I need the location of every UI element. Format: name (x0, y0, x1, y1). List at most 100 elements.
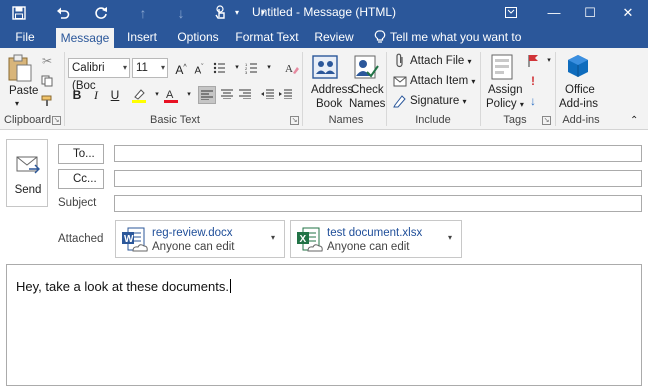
address-book-icon[interactable] (310, 54, 340, 82)
svg-text:X: X (300, 234, 307, 245)
basic-text-launcher-icon[interactable]: ↘ (290, 116, 299, 125)
svg-text:A: A (166, 89, 174, 101)
send-label: Send (14, 184, 42, 196)
group-divider (386, 52, 387, 126)
signature-button[interactable]: Signature ▾ (410, 95, 466, 107)
assign-policy-icon[interactable] (488, 53, 516, 83)
decrease-indent-icon[interactable] (258, 86, 276, 104)
svg-text:A: A (285, 63, 293, 75)
chevron-down-icon[interactable]: ▾ (448, 233, 452, 242)
signature-icon (391, 92, 409, 110)
paste-dropdown-icon[interactable]: ▾ (15, 99, 19, 108)
highlight-color-icon[interactable] (130, 86, 148, 104)
chevron-down-icon[interactable]: ▾ (271, 233, 275, 242)
maximize-button[interactable]: ☐ (576, 2, 604, 24)
font-color-icon[interactable]: A (162, 86, 180, 104)
cc-field[interactable] (114, 170, 642, 187)
subject-field[interactable] (114, 195, 642, 212)
numbering-dropdown-icon[interactable]: ▾ (260, 59, 278, 77)
signature-label: Signature (410, 95, 460, 107)
title-bar: ↑ ↓ ▾ ▾ Untitled - Message (HTML) — ☐ ✕ (0, 0, 648, 26)
office-addins-label-line2[interactable]: Add-ins (559, 98, 598, 110)
attachment-chip[interactable]: W reg-review.docx Anyone can edit ▾ (115, 220, 285, 258)
names-group-label: Names (328, 114, 364, 126)
check-names-label-line2[interactable]: Names (349, 98, 385, 110)
excel-document-icon: X (297, 227, 323, 252)
underline-button[interactable]: U (106, 86, 124, 104)
office-addins-icon[interactable] (564, 53, 592, 81)
ribbon-display-options-button[interactable] (497, 2, 525, 24)
tab-format-text[interactable]: Format Text (234, 26, 300, 48)
assign-policy-label-line1[interactable]: Assign (488, 84, 523, 96)
to-field[interactable] (114, 145, 642, 162)
copy-icon[interactable] (38, 72, 56, 90)
group-divider (64, 52, 65, 126)
group-divider (555, 52, 556, 126)
chevron-down-icon: ▾ (160, 63, 165, 72)
bold-button[interactable]: B (68, 86, 86, 104)
attach-item-button[interactable]: Attach Item ▾ (410, 75, 475, 87)
paste-icon[interactable] (6, 54, 34, 84)
assign-policy-label-line2[interactable]: Policy ▾ (486, 98, 524, 110)
low-importance-icon[interactable]: ↓ (524, 92, 542, 110)
numbering-icon[interactable]: 123 (242, 59, 260, 77)
tags-launcher-icon[interactable]: ↘ (542, 116, 551, 125)
italic-button[interactable]: I (87, 86, 105, 104)
align-right-icon[interactable] (236, 86, 254, 104)
office-addins-label-line1[interactable]: Office (565, 84, 595, 96)
to-button[interactable]: To... (58, 144, 104, 164)
tab-review[interactable]: Review (311, 26, 357, 48)
chevron-down-icon: ▾ (122, 63, 127, 72)
clear-formatting-icon[interactable]: A (283, 59, 301, 77)
tell-me-search[interactable]: Tell me what you want to do... (390, 26, 530, 66)
subject-label: Subject (58, 197, 97, 209)
paperclip-icon (391, 52, 409, 70)
attachment-name: reg-review.docx (152, 227, 233, 239)
increase-indent-icon[interactable] (276, 86, 294, 104)
attach-item-icon (391, 72, 409, 90)
cc-button[interactable]: Cc... (58, 169, 104, 189)
tab-message[interactable]: Message (56, 28, 114, 48)
font-color-dropdown-icon[interactable]: ▾ (180, 86, 198, 104)
address-book-label-line2[interactable]: Book (316, 98, 342, 110)
shrink-font-button[interactable]: Aˇ (190, 59, 208, 77)
address-book-label-line1[interactable]: Address (311, 84, 353, 96)
format-painter-icon[interactable] (38, 92, 56, 110)
check-names-icon[interactable] (350, 54, 380, 82)
minimize-button[interactable]: — (540, 2, 568, 24)
tab-insert[interactable]: Insert (121, 26, 163, 48)
paste-label[interactable]: Paste (9, 85, 38, 97)
signature-dropdown-icon: ▾ (462, 97, 467, 106)
lightbulb-icon (370, 26, 390, 48)
send-button[interactable]: Send (6, 139, 48, 207)
clipboard-launcher-icon[interactable]: ↘ (52, 116, 61, 125)
close-button[interactable]: ✕ (614, 2, 642, 24)
word-document-icon: W (122, 227, 148, 252)
svg-text:W: W (124, 234, 134, 245)
include-group-label: Include (415, 114, 451, 126)
tab-options[interactable]: Options (172, 26, 224, 48)
attachment-chip[interactable]: X test document.xlsx Anyone can edit ▾ (290, 220, 462, 258)
attached-label: Attached (58, 233, 104, 245)
basic-text-group-label: Basic Text (150, 114, 200, 126)
check-names-label-line1[interactable]: Check (351, 84, 384, 96)
align-left-icon[interactable] (198, 86, 216, 104)
align-center-icon[interactable] (218, 86, 236, 104)
font-size-value: 11 (136, 62, 148, 74)
font-size-combo[interactable]: 11 ▾ (132, 58, 168, 78)
high-importance-icon[interactable]: ! (524, 72, 542, 90)
collapse-ribbon-icon[interactable]: ⌃ (630, 115, 638, 126)
assign-policy-label: Policy (486, 98, 517, 110)
font-name-combo[interactable]: Calibri (Boc ▾ (68, 58, 130, 92)
message-body[interactable]: Hey, take a look at these documents. (6, 264, 642, 386)
bullets-icon[interactable] (210, 59, 228, 77)
attach-item-dropdown-icon: ▾ (471, 77, 476, 86)
attachment-permission: Anyone can edit (327, 241, 410, 253)
attach-item-label: Attach Item (410, 75, 469, 87)
send-icon (16, 156, 40, 174)
tab-file[interactable]: File (8, 26, 42, 48)
attach-file-label: Attach File (410, 55, 465, 67)
attach-file-button[interactable]: Attach File ▾ (410, 55, 472, 67)
grow-font-button[interactable]: A^ (172, 59, 190, 77)
cut-icon[interactable]: ✂ (38, 52, 56, 70)
